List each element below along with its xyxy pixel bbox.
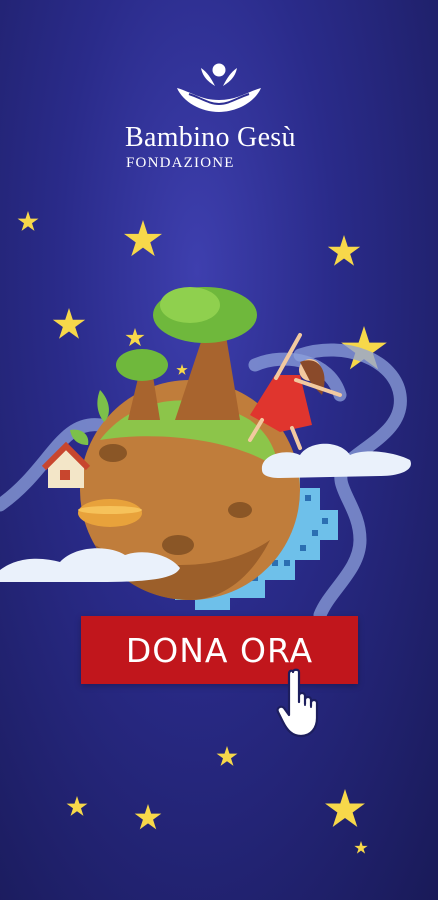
star-icon [17, 211, 39, 231]
star-icon [327, 235, 361, 266]
star-icon [354, 841, 368, 854]
trees [116, 287, 257, 420]
star-icon [216, 746, 238, 766]
planet-illustration [0, 287, 411, 620]
hand-pointer-icon [276, 668, 319, 738]
star-icon [325, 789, 365, 827]
star-icon [123, 220, 163, 257]
star-icon [134, 804, 162, 830]
star-icon [66, 796, 88, 816]
